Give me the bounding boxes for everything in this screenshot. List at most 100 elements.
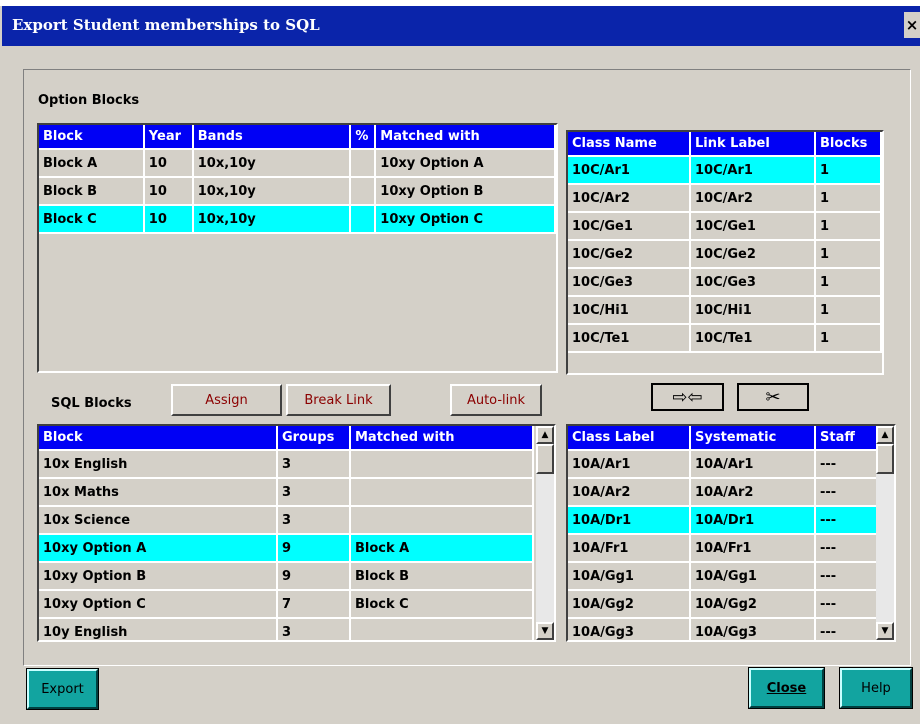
sql-blocks-label: SQL Blocks: [51, 396, 132, 411]
scroll-thumb[interactable]: [536, 444, 554, 474]
table-row[interactable]: 10x Science 3: [39, 507, 534, 535]
column-header-percent[interactable]: %: [351, 125, 377, 150]
cell-sys: 10A/Gg3: [691, 619, 816, 640]
table-row[interactable]: 10xy Option A 9 Block A: [39, 535, 534, 563]
cell-blocks: 1: [816, 213, 882, 241]
cell-label: 10A/Gg3: [568, 619, 691, 640]
class-name-grid[interactable]: Class Name Link Label Blocks 10C/Ar1 10C/…: [566, 130, 884, 375]
cell-pct: [351, 178, 377, 206]
cell-block: Block C: [39, 206, 145, 234]
cell-sys: 10A/Ar1: [691, 451, 816, 479]
cell-staff: ---: [816, 563, 880, 591]
cell-label: 10A/Fr1: [568, 535, 691, 563]
cell-link: 10C/Ge3: [691, 269, 816, 297]
column-header-matched-with[interactable]: Matched with: [376, 125, 556, 150]
cell-block: Block A: [39, 150, 145, 178]
table-row[interactable]: 10C/Ar2 10C/Ar2 1: [568, 185, 882, 213]
column-header-bands[interactable]: Bands: [193, 125, 352, 150]
scroll-up-icon[interactable]: ▲: [876, 426, 894, 444]
table-row[interactable]: Block C 10 10x,10y 10xy Option C: [39, 206, 556, 234]
table-row[interactable]: 10xy Option B 9 Block B: [39, 563, 534, 591]
cell-link: 10C/Ar1: [691, 157, 816, 185]
column-header-sql-matched-with[interactable]: Matched with: [351, 426, 534, 451]
scroll-down-icon[interactable]: ▼: [536, 622, 554, 640]
auto-link-button[interactable]: Auto-link: [450, 384, 542, 416]
column-header-link-label[interactable]: Link Label: [691, 132, 816, 157]
link-classes-button[interactable]: ⇨⇦: [651, 383, 724, 411]
unlink-classes-button[interactable]: ✂: [737, 383, 809, 411]
table-row[interactable]: 10C/Hi1 10C/Hi1 1: [568, 297, 882, 325]
scroll-up-icon[interactable]: ▲: [536, 426, 554, 444]
cell-staff: ---: [816, 591, 880, 619]
cell-label: 10A/Gg2: [568, 591, 691, 619]
column-header-class-name[interactable]: Class Name: [568, 132, 691, 157]
column-header-blocks[interactable]: Blocks: [816, 132, 882, 157]
column-header-block[interactable]: Block: [39, 125, 145, 150]
column-header-year[interactable]: Year: [144, 125, 194, 150]
help-button[interactable]: Help: [839, 667, 913, 709]
sql-blocks-scrollbar[interactable]: ▲ ▼: [536, 426, 554, 640]
table-row[interactable]: 10A/Ar1 10A/Ar1 ---: [568, 451, 880, 479]
table-row[interactable]: 10x Maths 3: [39, 479, 534, 507]
table-row[interactable]: 10y English 3: [39, 619, 534, 640]
table-row[interactable]: 10C/Ge2 10C/Ge2 1: [568, 241, 882, 269]
sql-blocks-table: Block Groups Matched with 10x English 3 10…: [39, 426, 534, 640]
cell-matched: [351, 479, 534, 507]
break-link-button[interactable]: Break Link: [286, 384, 391, 416]
class-label-table: Class Label Systematic Staff 10A/Ar1 10A/…: [568, 426, 880, 640]
cell-groups: 3: [278, 479, 351, 507]
cell-staff: ---: [816, 535, 880, 563]
cell-name: 10C/Te1: [568, 325, 691, 353]
column-header-systematic[interactable]: Systematic: [691, 426, 816, 451]
title-bar: Export Student memberships to SQL ×: [2, 6, 920, 46]
cell-block: 10x English: [39, 451, 278, 479]
export-button[interactable]: Export: [26, 668, 99, 710]
cell-matched: 10xy Option C: [376, 206, 556, 234]
table-row[interactable]: 10A/Gg3 10A/Gg3 ---: [568, 619, 880, 640]
cell-link: 10C/Ar2: [691, 185, 816, 213]
sql-blocks-grid[interactable]: Block Groups Matched with 10x English 3 10…: [37, 424, 556, 642]
close-button[interactable]: Close: [748, 667, 825, 709]
table-row[interactable]: 10C/Ar1 10C/Ar1 1: [568, 157, 882, 185]
cell-sys: 10A/Ar2: [691, 479, 816, 507]
scissors-icon: ✂: [765, 386, 781, 408]
table-row[interactable]: 10A/Fr1 10A/Fr1 ---: [568, 535, 880, 563]
cell-matched: [351, 619, 534, 640]
table-row[interactable]: 10C/Ge1 10C/Ge1 1: [568, 213, 882, 241]
cell-bands: 10x,10y: [193, 178, 352, 206]
cell-block: 10xy Option C: [39, 591, 278, 619]
table-row[interactable]: 10xy Option C 7 Block C: [39, 591, 534, 619]
scroll-thumb[interactable]: [876, 444, 894, 474]
column-header-groups[interactable]: Groups: [278, 426, 351, 451]
cell-name: 10C/Ar2: [568, 185, 691, 213]
table-row[interactable]: Block A 10 10x,10y 10xy Option A: [39, 150, 556, 178]
export-dialog: Export Student memberships to SQL × Opti…: [0, 6, 920, 724]
cell-bands: 10x,10y: [193, 150, 352, 178]
cell-link: 10C/Ge2: [691, 241, 816, 269]
scroll-down-icon[interactable]: ▼: [876, 622, 894, 640]
class-label-scrollbar[interactable]: ▲ ▼: [876, 426, 894, 640]
cell-groups: 9: [278, 563, 351, 591]
table-row[interactable]: 10A/Ar2 10A/Ar2 ---: [568, 479, 880, 507]
cell-blocks: 1: [816, 241, 882, 269]
table-row[interactable]: 10x English 3: [39, 451, 534, 479]
cell-sys: 10A/Fr1: [691, 535, 816, 563]
table-row[interactable]: 10C/Te1 10C/Te1 1: [568, 325, 882, 353]
assign-button[interactable]: Assign: [171, 384, 282, 416]
cell-matched: Block C: [351, 591, 534, 619]
class-label-grid[interactable]: Class Label Systematic Staff 10A/Ar1 10A/…: [566, 424, 896, 642]
column-header-sql-block[interactable]: Block: [39, 426, 278, 451]
cell-pct: [351, 206, 377, 234]
table-row[interactable]: 10A/Dr1 10A/Dr1 ---: [568, 507, 880, 535]
close-icon[interactable]: ×: [904, 12, 920, 38]
table-row[interactable]: 10A/Gg1 10A/Gg1 ---: [568, 563, 880, 591]
column-header-class-label[interactable]: Class Label: [568, 426, 691, 451]
table-row[interactable]: 10A/Gg2 10A/Gg2 ---: [568, 591, 880, 619]
option-blocks-grid[interactable]: Block Year Bands % Matched with Block A1…: [37, 123, 558, 373]
cell-staff: ---: [816, 451, 880, 479]
table-row[interactable]: 10C/Ge3 10C/Ge3 1: [568, 269, 882, 297]
cell-name: 10C/Ge2: [568, 241, 691, 269]
table-row[interactable]: Block B 10 10x,10y 10xy Option B: [39, 178, 556, 206]
cell-block: 10x Maths: [39, 479, 278, 507]
column-header-staff[interactable]: Staff: [816, 426, 880, 451]
